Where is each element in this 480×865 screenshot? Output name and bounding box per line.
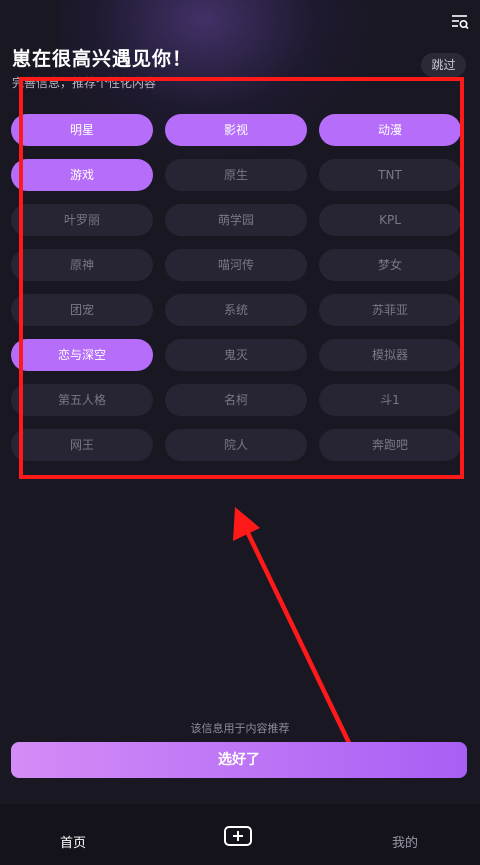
tag-item[interactable]: 团宠 bbox=[11, 294, 153, 326]
tag-item[interactable]: 萌学园 bbox=[165, 204, 307, 236]
tag-item[interactable]: 名柯 bbox=[165, 384, 307, 416]
tag-item[interactable]: 系统 bbox=[165, 294, 307, 326]
search-list-icon[interactable] bbox=[450, 12, 470, 32]
add-icon[interactable] bbox=[224, 826, 252, 846]
tag-item[interactable]: 明星 bbox=[11, 114, 153, 146]
tag-item[interactable]: 恋与深空 bbox=[11, 339, 153, 371]
tag-item[interactable]: 原生 bbox=[165, 159, 307, 191]
nav-home[interactable]: 首页 bbox=[60, 832, 86, 851]
tag-item[interactable]: 影视 bbox=[165, 114, 307, 146]
tag-item[interactable]: 梦女 bbox=[319, 249, 461, 281]
page-subtitle: 完善信息，推荐个性化内容 bbox=[12, 76, 157, 90]
page-title: 崽在很高兴遇见你！ bbox=[12, 48, 193, 70]
bottom-nav: 首页 我的 bbox=[0, 804, 480, 865]
tag-item[interactable]: 叶罗丽 bbox=[11, 204, 153, 236]
tag-item[interactable]: 模拟器 bbox=[319, 339, 461, 371]
tag-item[interactable]: 奔跑吧 bbox=[319, 429, 461, 461]
tag-item[interactable]: 院人 bbox=[165, 429, 307, 461]
recommendation-note: 该信息用于内容推荐 bbox=[190, 722, 290, 735]
tag-item[interactable]: 鬼灭 bbox=[165, 339, 307, 371]
tag-item[interactable]: 斗1 bbox=[319, 384, 461, 416]
tag-item[interactable]: 原神 bbox=[11, 249, 153, 281]
tag-item[interactable]: 动漫 bbox=[319, 114, 461, 146]
tag-item[interactable]: 苏菲亚 bbox=[319, 294, 461, 326]
interest-tag-grid: 明星 影视 动漫游戏 原生 TNT 叶罗丽 萌学园 KPL 原神 喵河传 梦女团宠 系统 苏菲亚恋与深空… bbox=[11, 114, 461, 461]
tag-item[interactable]: 游戏 bbox=[11, 159, 153, 191]
confirm-button[interactable]: 选好了 bbox=[11, 742, 467, 778]
nav-mine[interactable]: 我的 bbox=[392, 832, 418, 851]
tag-item[interactable]: 第五人格 bbox=[11, 384, 153, 416]
tag-item[interactable]: KPL bbox=[319, 204, 461, 236]
tag-item[interactable]: 喵河传 bbox=[165, 249, 307, 281]
tag-item[interactable]: TNT bbox=[319, 159, 461, 191]
skip-button[interactable]: 跳过 bbox=[421, 53, 466, 77]
tag-item[interactable]: 网王 bbox=[11, 429, 153, 461]
